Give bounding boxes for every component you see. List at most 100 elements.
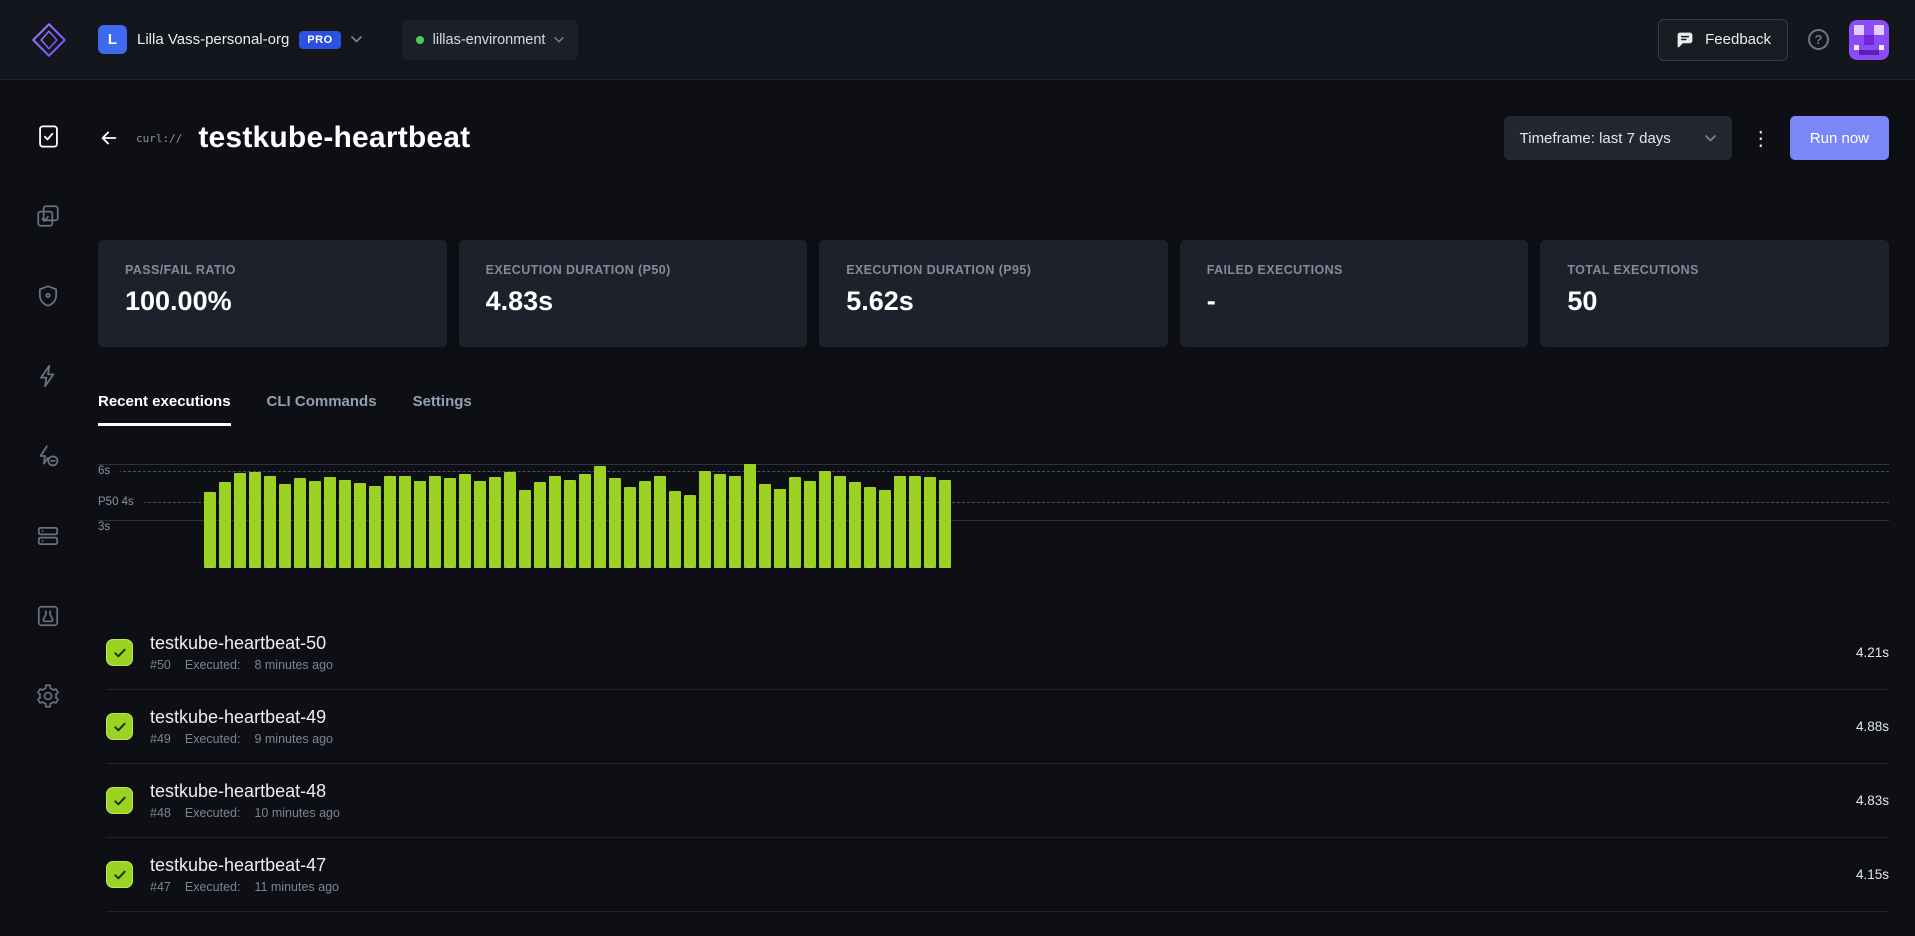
chart-bar[interactable] [489, 477, 501, 568]
feedback-button[interactable]: Feedback [1658, 19, 1788, 61]
execution-info: testkube-heartbeat-47 #47 Executed: 11 m… [150, 855, 339, 894]
chart-bar[interactable] [309, 481, 321, 568]
metric-label: EXECUTION DURATION (P95) [846, 263, 1141, 277]
chart-bar[interactable] [714, 474, 726, 568]
execution-number: #49 [150, 732, 171, 746]
chart-bar[interactable] [354, 483, 366, 568]
chart-bar[interactable] [399, 476, 411, 568]
chart-bar[interactable] [819, 471, 831, 568]
help-icon[interactable]: ? [1808, 29, 1829, 50]
sidebar-item-test-suites[interactable] [0, 176, 96, 256]
check-icon [112, 793, 128, 809]
chart-bar[interactable] [774, 489, 786, 568]
chart-bar[interactable] [864, 487, 876, 568]
chart-bar[interactable] [804, 481, 816, 568]
chart-bar[interactable] [234, 473, 246, 568]
chart-bar[interactable] [744, 464, 756, 568]
executed-label: Executed: [185, 880, 241, 894]
executed-label: Executed: [185, 806, 241, 820]
chart-bar[interactable] [384, 476, 396, 568]
sidebar-item-triggers[interactable] [0, 336, 96, 416]
env-status-dot [416, 36, 424, 44]
execution-number: #47 [150, 880, 171, 894]
testkube-logo-icon [28, 19, 70, 61]
execution-row[interactable]: testkube-heartbeat-50 #50 Executed: 8 mi… [106, 616, 1889, 690]
metric-duration-p95: EXECUTION DURATION (P95) 5.62s [819, 240, 1168, 347]
tab-cli-commands[interactable]: CLI Commands [267, 393, 377, 426]
chart-bar[interactable] [249, 472, 261, 568]
chart-bar[interactable] [204, 492, 216, 568]
chart-bar[interactable] [759, 484, 771, 568]
chart-bar[interactable] [729, 476, 741, 568]
tab-recent-executions[interactable]: Recent executions [98, 393, 231, 426]
chart-bar[interactable] [939, 480, 951, 568]
chart-bar[interactable] [339, 480, 351, 568]
chart-bar[interactable] [894, 476, 906, 568]
chart-bar[interactable] [264, 476, 276, 568]
passed-status-icon [106, 787, 133, 814]
chart-bar[interactable] [699, 471, 711, 568]
sidebar-item-tests[interactable] [0, 96, 96, 176]
env-name: lillas-environment [433, 32, 546, 48]
back-button[interactable] [98, 127, 120, 149]
sidebar-item-artifacts[interactable] [0, 576, 96, 656]
chart-bar[interactable] [579, 474, 591, 568]
chart-bar[interactable] [369, 486, 381, 568]
chat-bubble-icon [1675, 31, 1695, 49]
execution-row[interactable]: testkube-heartbeat-48 #48 Executed: 10 m… [106, 764, 1889, 838]
copies-check-icon [35, 203, 61, 229]
chart-bar[interactable] [594, 466, 606, 568]
run-now-button[interactable]: Run now [1790, 116, 1889, 160]
metric-label: PASS/FAIL RATIO [125, 263, 420, 277]
chart-bar[interactable] [474, 481, 486, 568]
chart-bar[interactable] [639, 481, 651, 568]
chart-bar[interactable] [789, 477, 801, 568]
chart-bar[interactable] [654, 476, 666, 568]
chart-bar[interactable] [624, 487, 636, 568]
kebab-menu-icon[interactable]: ⋮ [1744, 116, 1778, 160]
chart-bar[interactable] [324, 477, 336, 568]
passed-status-icon [106, 639, 133, 666]
sidebar-item-sources[interactable] [0, 496, 96, 576]
sidebar-item-webhooks[interactable] [0, 256, 96, 336]
topbar-right: Feedback ? [1658, 19, 1889, 61]
chart-bar[interactable] [219, 482, 231, 568]
chart-bar[interactable] [834, 476, 846, 568]
chart-bar[interactable] [924, 477, 936, 568]
passed-status-icon [106, 713, 133, 740]
execution-row[interactable]: testkube-heartbeat-49 #49 Executed: 9 mi… [106, 690, 1889, 764]
org-switcher[interactable]: L Lilla Vass-personal-org PRO [98, 25, 362, 54]
chart-bar[interactable] [849, 482, 861, 568]
execution-duration: 4.21s [1856, 645, 1889, 660]
user-avatar[interactable] [1849, 20, 1889, 60]
sidebar-item-executors[interactable] [0, 416, 96, 496]
chart-bar[interactable] [534, 482, 546, 568]
sidebar-item-settings[interactable] [0, 656, 96, 736]
chart-bar[interactable] [684, 495, 696, 568]
executed-label: Executed: [185, 658, 241, 672]
chart-bar[interactable] [564, 480, 576, 568]
axis-label-p50: P50 4s [98, 496, 144, 508]
metric-label: TOTAL EXECUTIONS [1567, 263, 1862, 277]
chart-bar[interactable] [504, 472, 516, 568]
feedback-label: Feedback [1705, 31, 1771, 48]
chart-bar[interactable] [459, 474, 471, 568]
chart-bar[interactable] [909, 476, 921, 568]
chart-bar[interactable] [519, 490, 531, 568]
tab-settings[interactable]: Settings [413, 393, 472, 426]
execution-row[interactable]: testkube-heartbeat-47 #47 Executed: 11 m… [106, 838, 1889, 912]
chart-bar[interactable] [669, 491, 681, 568]
check-icon [112, 645, 128, 661]
chart-bar[interactable] [294, 478, 306, 568]
chart-bar[interactable] [549, 476, 561, 568]
chart-bar[interactable] [429, 476, 441, 568]
chart-bar[interactable] [879, 490, 891, 568]
chart-bar[interactable] [444, 478, 456, 568]
chart-bar[interactable] [414, 481, 426, 568]
timeframe-dropdown[interactable]: Timeframe: last 7 days [1504, 116, 1732, 160]
chart-bar[interactable] [279, 484, 291, 568]
environment-switcher[interactable]: lillas-environment [402, 20, 579, 60]
chart-bar[interactable] [609, 478, 621, 568]
testkube-logo[interactable] [26, 19, 72, 61]
chevron-down-icon [351, 36, 362, 43]
